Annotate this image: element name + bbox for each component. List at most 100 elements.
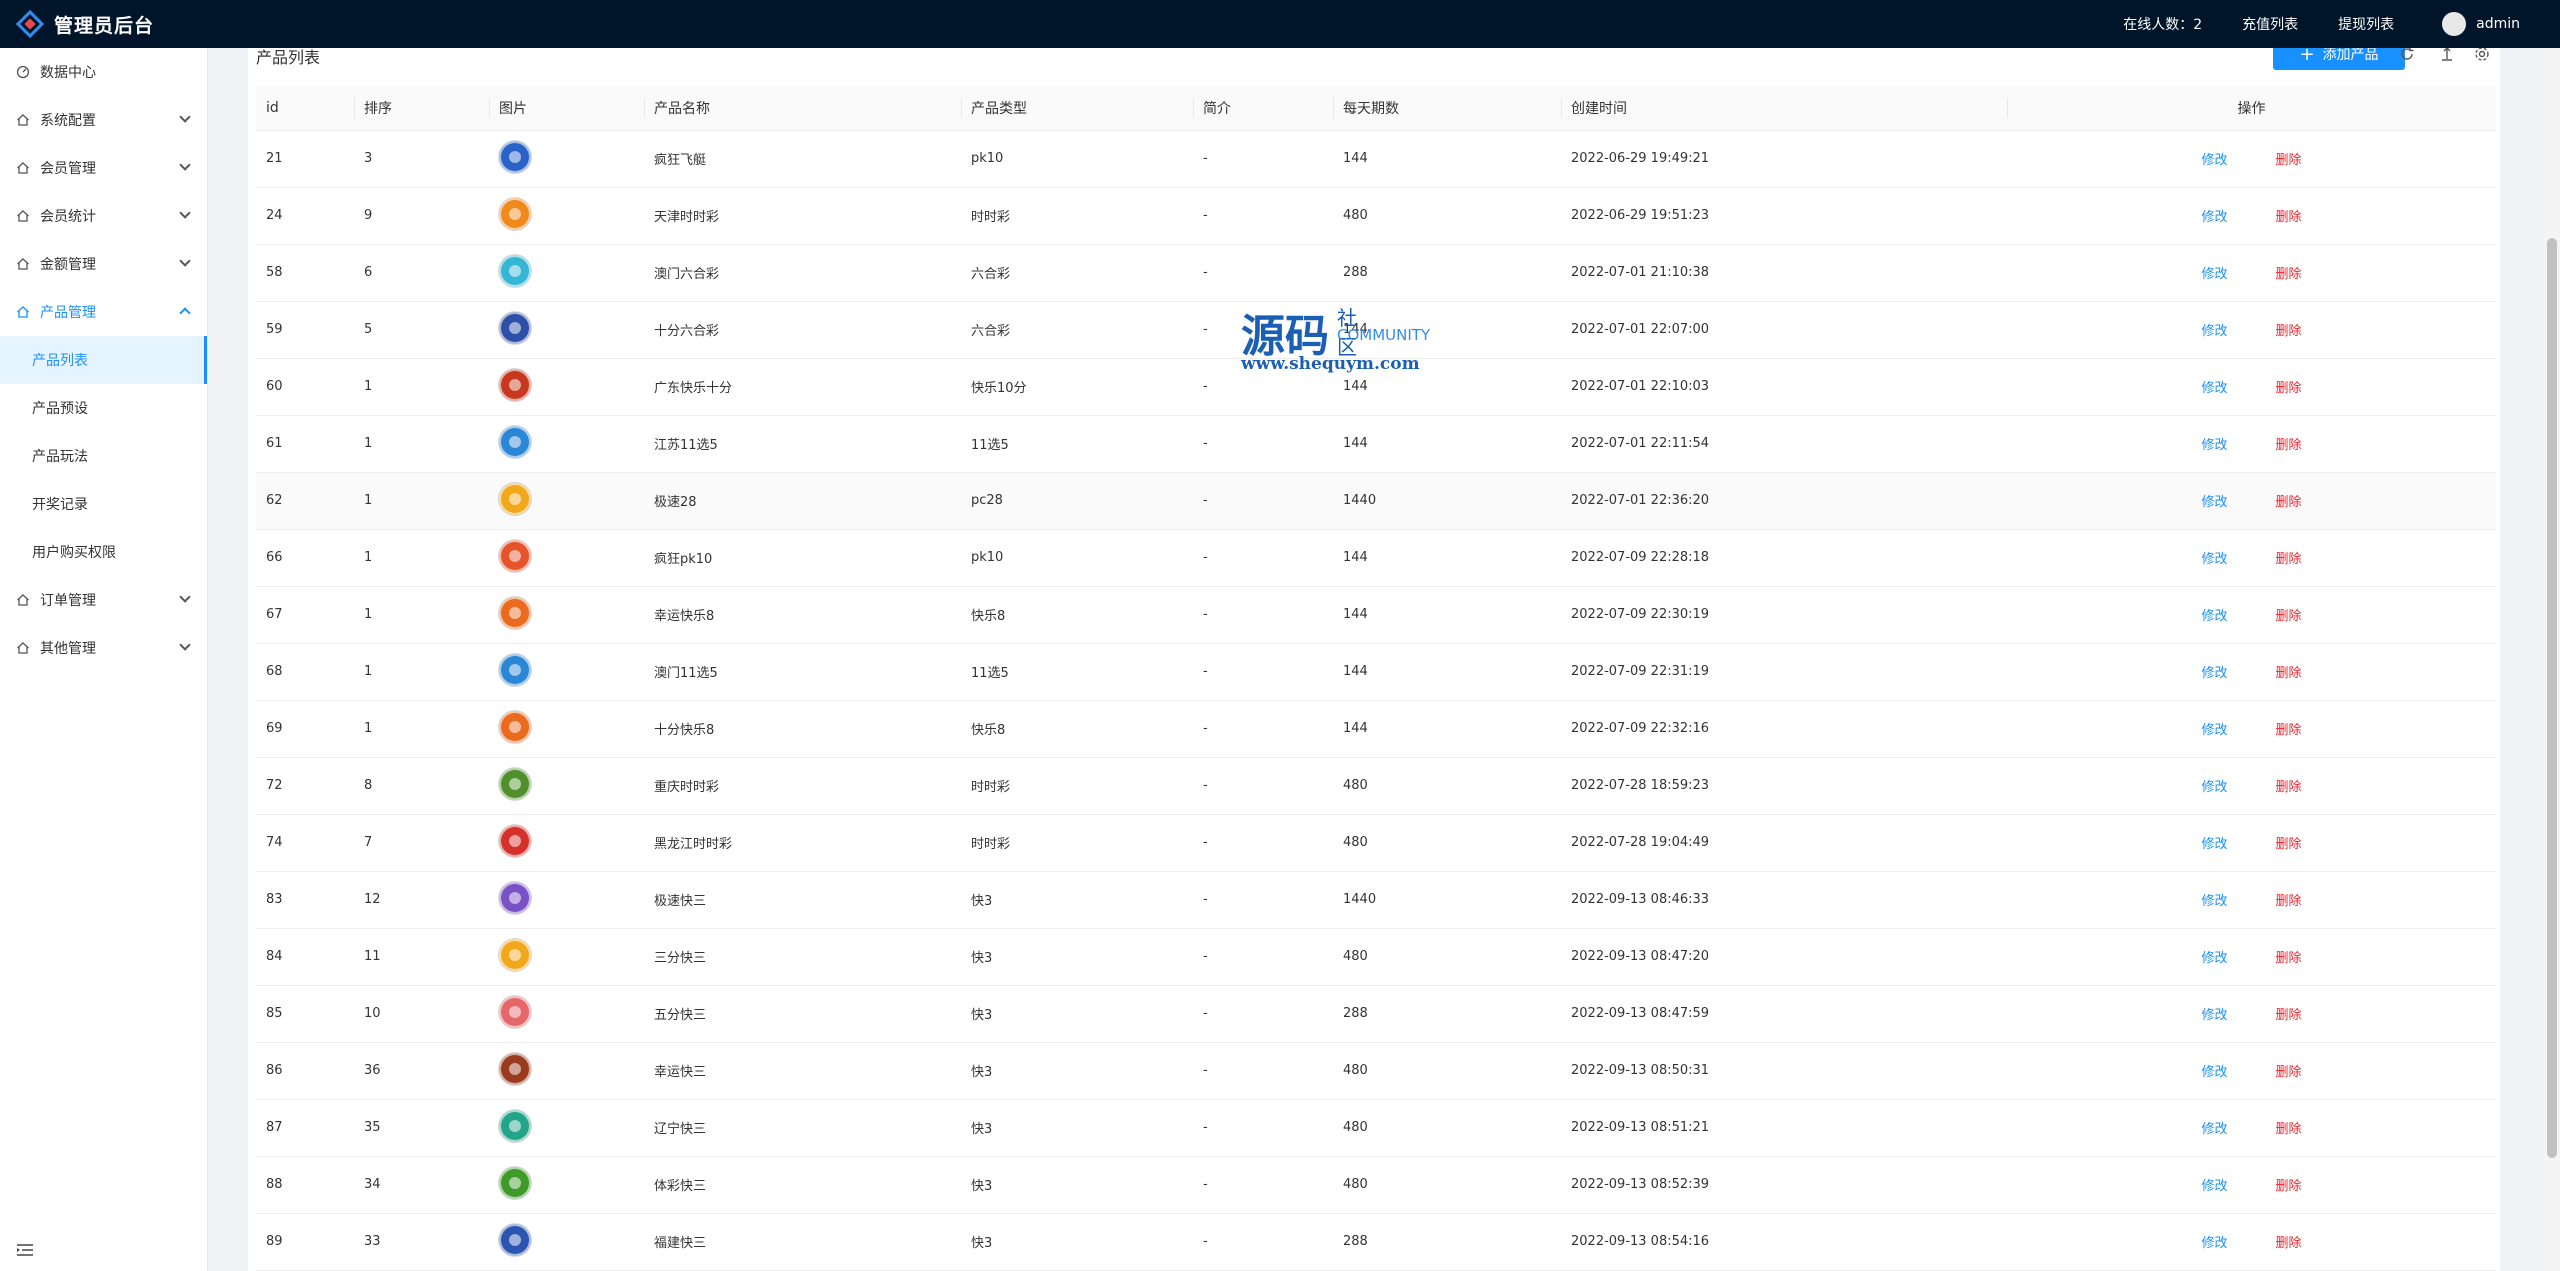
- sidebar-item-member-manage[interactable]: 会员管理: [0, 144, 207, 192]
- edit-link[interactable]: 修改: [2201, 495, 2227, 510]
- delete-link[interactable]: 删除: [2276, 666, 2302, 681]
- delete-link[interactable]: 删除: [2276, 1065, 2302, 1080]
- scrollbar[interactable]: [2544, 48, 2560, 1271]
- sidebar-subitem-product-list[interactable]: 产品列表: [0, 336, 207, 384]
- delete-link[interactable]: 删除: [2276, 1179, 2302, 1194]
- delete-link[interactable]: 删除: [2276, 153, 2302, 168]
- sort-cell: 1: [354, 358, 489, 416]
- delete-link[interactable]: 删除: [2276, 609, 2302, 624]
- daily-cell: 288: [1333, 244, 1561, 302]
- delete-link[interactable]: 删除: [2276, 780, 2302, 795]
- delete-link[interactable]: 删除: [2276, 723, 2302, 738]
- image-cell: [489, 301, 644, 359]
- type-cell: 六合彩: [961, 301, 1193, 359]
- delete-link[interactable]: 删除: [2276, 210, 2302, 225]
- menu-collapse-icon[interactable]: [16, 1243, 34, 1257]
- table-row: 88 34 体彩快三 快3-480 2022-09-13 08:52:39 修改 删除: [256, 1156, 2496, 1214]
- user-menu[interactable]: admin: [2442, 12, 2520, 36]
- edit-link[interactable]: 修改: [2201, 837, 2227, 852]
- delete-link[interactable]: 删除: [2276, 1122, 2302, 1137]
- edit-link[interactable]: 修改: [2201, 438, 2227, 453]
- scrollbar-thumb[interactable]: [2547, 238, 2557, 1158]
- edit-link[interactable]: 修改: [2201, 894, 2227, 909]
- product-logo-image: [499, 197, 531, 230]
- name-cell: 十分快乐8: [644, 700, 961, 758]
- sidebar-item-amount-manage[interactable]: 金额管理: [0, 240, 207, 288]
- delete-link[interactable]: 删除: [2276, 324, 2302, 339]
- delete-link[interactable]: 删除: [2276, 438, 2302, 453]
- edit-link[interactable]: 修改: [2201, 324, 2227, 339]
- delete-link[interactable]: 删除: [2276, 894, 2302, 909]
- edit-link[interactable]: 修改: [2201, 267, 2227, 282]
- id-cell: 72: [256, 757, 354, 815]
- edit-link[interactable]: 修改: [2201, 951, 2227, 966]
- sidebar-item-label: 会员统计: [40, 209, 96, 225]
- col-header[interactable]: 每天期数: [1333, 86, 1561, 131]
- actions-cell: 修改 删除: [2007, 301, 2496, 359]
- actions-cell: 修改 删除: [2007, 928, 2496, 986]
- type-cell: 快3: [961, 1099, 1193, 1157]
- image-cell: [489, 757, 644, 815]
- sidebar-subitem-product-preset[interactable]: 产品预设: [0, 384, 207, 432]
- created-cell: 2022-07-01 22:11:54: [1561, 415, 2007, 473]
- edit-link[interactable]: 修改: [2201, 780, 2227, 795]
- daily-cell: 480: [1333, 1099, 1561, 1157]
- edit-link[interactable]: 修改: [2201, 1065, 2227, 1080]
- delete-link[interactable]: 删除: [2276, 951, 2302, 966]
- image-cell: [489, 985, 644, 1043]
- sidebar-subitem-draw-records[interactable]: 开奖记录: [0, 480, 207, 528]
- sidebar-item-other-manage[interactable]: 其他管理: [0, 624, 207, 672]
- edit-link[interactable]: 修改: [2201, 153, 2227, 168]
- delete-link[interactable]: 删除: [2276, 381, 2302, 396]
- type-cell: 11选5: [961, 415, 1193, 473]
- col-header[interactable]: 产品类型: [961, 86, 1193, 131]
- desc-cell: -: [1193, 1042, 1333, 1100]
- daily-cell: 144: [1333, 415, 1561, 473]
- col-header[interactable]: 简介: [1193, 86, 1333, 131]
- sidebar-item-data-center[interactable]: 数据中心: [0, 48, 207, 96]
- sidebar-item-system-config[interactable]: 系统配置: [0, 96, 207, 144]
- edit-link[interactable]: 修改: [2201, 1122, 2227, 1137]
- edit-link[interactable]: 修改: [2201, 210, 2227, 225]
- col-header[interactable]: 图片: [489, 86, 644, 131]
- sort-cell: 8: [354, 757, 489, 815]
- sidebar-subitem-product-play[interactable]: 产品玩法: [0, 432, 207, 480]
- sidebar-item-member-stats[interactable]: 会员统计: [0, 192, 207, 240]
- col-header[interactable]: 排序: [354, 86, 489, 131]
- delete-link[interactable]: 删除: [2276, 495, 2302, 510]
- table-row: 85 10 五分快三 快3-288 2022-09-13 08:47:59 修改 删除: [256, 985, 2496, 1043]
- daily-cell: 1440: [1333, 472, 1561, 530]
- withdraw-list-link[interactable]: 提现列表: [2338, 14, 2394, 34]
- sort-cell: 9: [354, 187, 489, 245]
- sidebar-item-product-manage[interactable]: 产品管理: [0, 288, 207, 336]
- desc-cell: -: [1193, 871, 1333, 929]
- delete-link[interactable]: 删除: [2276, 1008, 2302, 1023]
- delete-link[interactable]: 删除: [2276, 552, 2302, 567]
- logo[interactable]: 管理员后台: [0, 9, 240, 39]
- sidebar-item-order-manage[interactable]: 订单管理: [0, 576, 207, 624]
- edit-link[interactable]: 修改: [2201, 1236, 2227, 1251]
- edit-link[interactable]: 修改: [2201, 723, 2227, 738]
- product-logo-image: [499, 368, 531, 401]
- created-cell: 2022-07-01 22:07:00: [1561, 301, 2007, 359]
- sidebar-subitem-purchase-permission[interactable]: 用户购买权限: [0, 528, 207, 576]
- col-header[interactable]: id: [256, 86, 354, 131]
- table-row: 87 35 辽宁快三 快3-480 2022-09-13 08:51:21 修改 删除: [256, 1099, 2496, 1157]
- edit-link[interactable]: 修改: [2201, 666, 2227, 681]
- edit-link[interactable]: 修改: [2201, 609, 2227, 624]
- chevron-down-icon: [179, 111, 191, 123]
- actions-cell: 修改 删除: [2007, 1099, 2496, 1157]
- edit-link[interactable]: 修改: [2201, 1179, 2227, 1194]
- recharge-list-link[interactable]: 充值列表: [2242, 14, 2298, 34]
- col-header[interactable]: 创建时间: [1561, 86, 2007, 131]
- actions-cell: 修改 删除: [2007, 358, 2496, 416]
- edit-link[interactable]: 修改: [2201, 1008, 2227, 1023]
- edit-link[interactable]: 修改: [2201, 381, 2227, 396]
- delete-link[interactable]: 删除: [2276, 837, 2302, 852]
- edit-link[interactable]: 修改: [2201, 552, 2227, 567]
- created-cell: 2022-07-28 18:59:23: [1561, 757, 2007, 815]
- delete-link[interactable]: 删除: [2276, 267, 2302, 282]
- actions-cell: 修改 删除: [2007, 643, 2496, 701]
- col-header[interactable]: 产品名称: [644, 86, 961, 131]
- delete-link[interactable]: 删除: [2276, 1236, 2302, 1251]
